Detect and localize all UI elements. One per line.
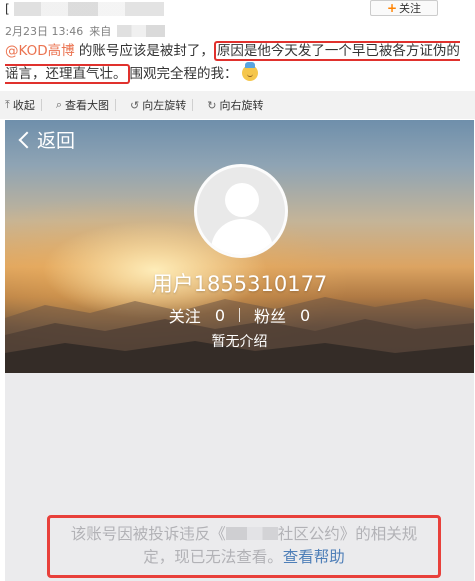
mention-link[interactable]: @KOD高博 bbox=[5, 43, 75, 59]
profile-username: 用户1855310177 bbox=[151, 272, 328, 296]
ban-notice: 该账号因被投诉违反《 社区公约》的相关规定，现已无法查看。查看帮助 bbox=[47, 515, 441, 578]
blurred-username bbox=[14, 2, 164, 16]
post-text-after: 围观完全程的我： bbox=[129, 66, 238, 82]
post-image[interactable]: 返回 用户1855310177 关注 0 粉丝 0 暂无介绍 该账号因被投诉违反… bbox=[5, 120, 474, 581]
view-large-button[interactable]: ⌕ 查看大图 bbox=[56, 97, 109, 113]
blurred-source bbox=[117, 25, 166, 37]
rotate-right-button[interactable]: ↻ 向右旋转 bbox=[207, 97, 263, 113]
follow-button[interactable]: + 关注 bbox=[370, 0, 438, 16]
follow-label: 关注 bbox=[399, 2, 422, 15]
collapse-label: 收起 bbox=[12, 99, 35, 112]
toolbar-divider bbox=[40, 99, 42, 111]
rotate-right-label: 向右旋转 bbox=[219, 99, 264, 112]
post-text: @KOD高博 的账号应该是被封了， 原因是他今天发了一个早已被各方证伪的谣言，还理… bbox=[5, 40, 470, 86]
rotate-right-icon: ↻ bbox=[207, 98, 217, 112]
notice-text-1: 该账号因被投诉违反《 bbox=[70, 525, 226, 543]
followers-count: 0 bbox=[300, 305, 311, 325]
source-label: 来自 bbox=[89, 25, 112, 38]
view-large-label: 查看大图 bbox=[65, 99, 110, 112]
post-time[interactable]: 2月23日 13:46 bbox=[5, 23, 83, 39]
following-count: 0 bbox=[214, 305, 225, 325]
collapse-icon: ⤒ bbox=[5, 98, 10, 111]
back-label: 返回 bbox=[37, 130, 76, 152]
top-bracket: [ bbox=[5, 2, 10, 16]
image-toolbar: ⤒ 收起 ⌕ 查看大图 ↺ 向左旋转 ↻ 向右旋转 bbox=[0, 91, 475, 119]
emoji-icon bbox=[241, 62, 258, 81]
avatar bbox=[194, 164, 288, 258]
post-text-before: 的账号应该是被封了， bbox=[74, 43, 214, 59]
followers-label: 粉丝 bbox=[254, 307, 287, 326]
avatar-body bbox=[211, 219, 273, 255]
rotate-left-label: 向左旋转 bbox=[142, 99, 187, 112]
collapse-button[interactable]: ⤒ 收起 bbox=[5, 97, 35, 113]
avatar-head bbox=[225, 183, 259, 217]
top-strip: [ + 关注 bbox=[0, 0, 475, 22]
chevron-left-icon bbox=[18, 131, 36, 148]
plus-icon: + bbox=[386, 1, 398, 15]
toolbar-divider bbox=[192, 99, 194, 111]
toolbar-divider bbox=[115, 99, 117, 111]
profile-header: 返回 用户1855310177 关注 0 粉丝 0 暂无介绍 bbox=[5, 120, 474, 373]
following-label: 关注 bbox=[168, 307, 201, 326]
help-link[interactable]: 查看帮助 bbox=[283, 548, 345, 566]
profile-stats: 关注 0 粉丝 0 bbox=[5, 303, 474, 327]
stats-divider bbox=[239, 308, 240, 322]
blurred-brand bbox=[225, 527, 278, 540]
rotate-left-button[interactable]: ↺ 向左旋转 bbox=[130, 97, 186, 113]
rotate-left-icon: ↺ bbox=[130, 98, 140, 112]
post-meta: 2月23日 13:46 来自 bbox=[5, 23, 166, 39]
back-button[interactable]: 返回 bbox=[17, 126, 75, 153]
search-icon: ⌕ bbox=[55, 98, 63, 111]
profile-intro: 暂无介绍 bbox=[211, 334, 268, 350]
